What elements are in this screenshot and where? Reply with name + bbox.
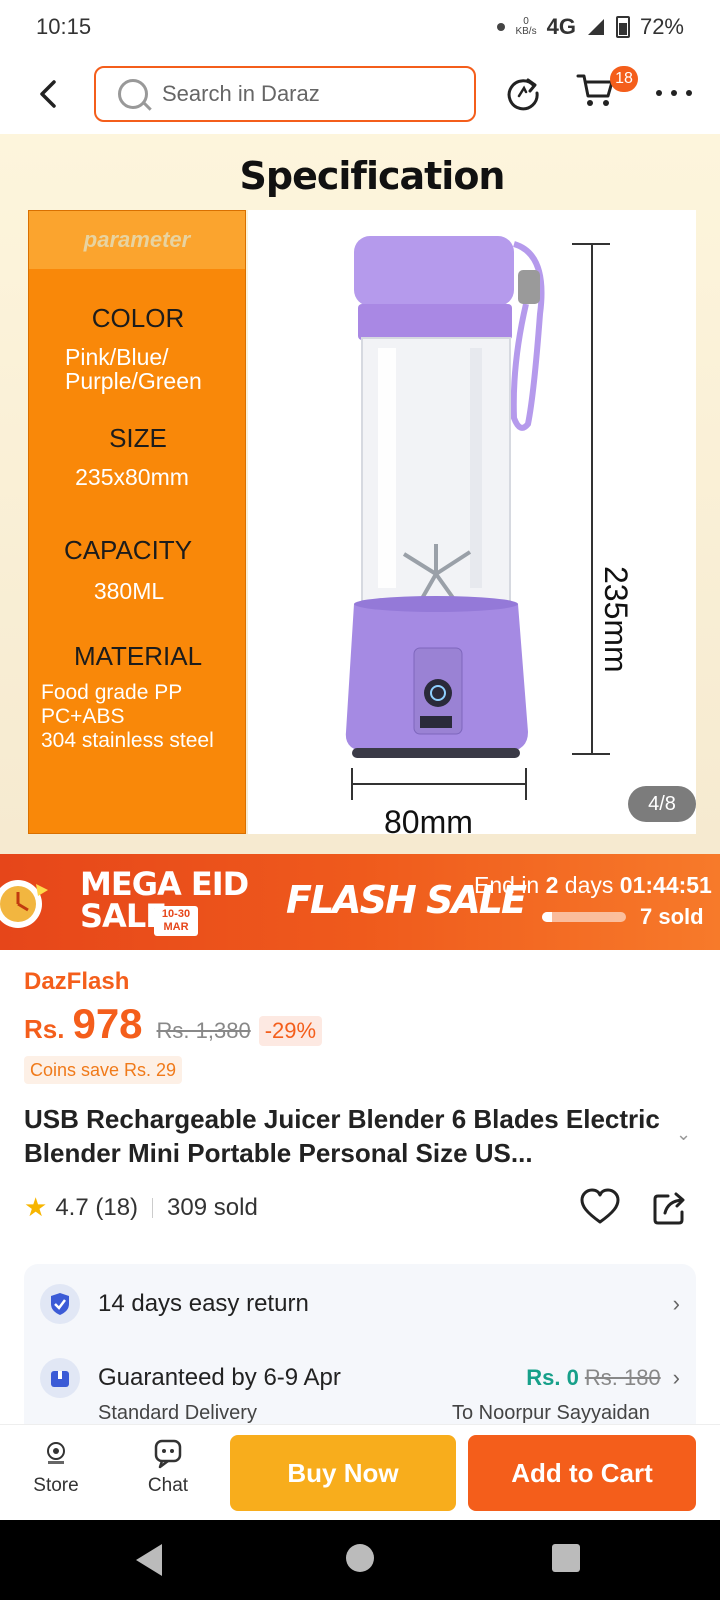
star-icon: ★ [24, 1192, 48, 1222]
width-dimension-label: 80mm [384, 804, 473, 840]
image-counter: 4/8 [628, 786, 696, 822]
android-nav-bar [0, 1520, 720, 1600]
countdown-days-word: days [564, 872, 614, 898]
strap-clip [518, 270, 540, 304]
mega-eid-dates: 10-30 [161, 908, 191, 920]
cart-count-badge: 18 [610, 66, 638, 92]
status-icons: 0 KB/s 4G 72% [497, 14, 684, 40]
blender-lid [354, 236, 514, 306]
mega-eid-date-badge: 10-30 MAR [154, 906, 198, 936]
coins-save-badge: Coins save Rs. 29 [24, 1056, 183, 1084]
more-options-button[interactable] [656, 78, 692, 108]
height-dimension-line [572, 243, 610, 755]
flash-sold-count: 7 sold [640, 904, 704, 929]
status-bar: 10:15 0 KB/s 4G 72% [0, 0, 720, 54]
blender-lid-ring [358, 304, 512, 340]
shield-check-icon [40, 1284, 80, 1324]
share-button[interactable] [652, 1190, 688, 1226]
price-row: Rs. 978 Rs. 1,380 -29% [24, 1000, 323, 1048]
sold-progress-bar [542, 912, 626, 922]
heart-icon [580, 1188, 620, 1224]
service-info-card: 14 days easy return › Guaranteed by 6-9 … [24, 1264, 696, 1444]
sold-progress-fill [542, 912, 553, 922]
battery-level: 72% [639, 14, 684, 39]
countdown-prefix: End in [474, 872, 540, 898]
delivery-box-icon [40, 1358, 80, 1398]
search-icon [118, 79, 148, 109]
chevron-right-icon: › [672, 1291, 680, 1316]
rating-value: 4.7 [55, 1193, 89, 1221]
refresh-icon [507, 78, 539, 111]
chevron-right-icon: › [672, 1365, 680, 1390]
rating-divider [152, 1197, 154, 1218]
back-button[interactable] [30, 74, 66, 114]
wishlist-button[interactable] [580, 1188, 620, 1226]
flash-store-label: DazFlash [24, 968, 130, 995]
delivery-guarantee-text: Guaranteed by 6-9 Apr [98, 1364, 341, 1391]
store-logo-icon [16, 1435, 96, 1471]
mega-eid-month: MAR [163, 921, 189, 933]
more-dot-icon [686, 90, 692, 96]
delivery-original-fee: Rs. 180 [584, 1365, 661, 1390]
network-speed: 0 KB/s [515, 17, 536, 37]
notification-dot-icon [497, 23, 506, 31]
original-price: Rs. 1,380 [156, 1018, 251, 1043]
discount-badge: -29% [258, 1016, 323, 1046]
power-button-icon [424, 679, 452, 707]
flash-countdown: End in 2 days 01:44:51 [474, 872, 712, 899]
add-to-cart-button[interactable]: Add to Cart [468, 1435, 696, 1511]
rating-row[interactable]: ★ 4.7 (18) 309 sold [24, 1192, 258, 1223]
blender-illustration [345, 236, 610, 800]
nav-back-icon[interactable] [136, 1544, 162, 1576]
easy-return-row[interactable]: 14 days easy return › [40, 1284, 680, 1324]
countdown-days: 2 [545, 872, 559, 898]
top-nav: Search in Daraz 18 [0, 56, 720, 132]
easy-return-text: 14 days easy return [98, 1290, 309, 1317]
bottom-action-bar: Store Chat Buy Now Add to Cart [0, 1424, 720, 1520]
delivery-location: To Noorpur Sayyaidan [452, 1402, 650, 1424]
flash-sale-banner[interactable]: MEGA EID SALE 10-30 MAR FLASH SALE End i… [0, 854, 720, 950]
network-type: 4G [546, 14, 576, 39]
height-dimension-label: 235mm [598, 566, 634, 673]
rating-count: (18) [95, 1193, 139, 1221]
chat-icon [128, 1435, 208, 1471]
countdown-time: 01:44:51 [619, 872, 712, 898]
nav-recent-apps-icon[interactable] [552, 1544, 580, 1572]
search-placeholder: Search in Daraz [162, 81, 320, 106]
network-speed-unit: KB/s [515, 26, 537, 37]
alarm-clock-icon [0, 880, 48, 928]
delivery-row[interactable]: Guaranteed by 6-9 Apr Rs. 0 Rs. 180 › [40, 1358, 680, 1398]
delivery-type: Standard Delivery [98, 1402, 257, 1424]
current-price: 978 [72, 1000, 143, 1047]
store-label: Store [33, 1475, 79, 1496]
refresh-button[interactable] [504, 74, 542, 112]
buy-now-button[interactable]: Buy Now [230, 1435, 456, 1511]
share-icon [653, 1192, 685, 1225]
delivery-fee: Rs. 0 [526, 1365, 579, 1390]
width-dimension-line [351, 768, 527, 800]
product-image-carousel[interactable]: Specification parameter COLOR Pink/Blue/… [0, 134, 720, 854]
sold-count: 309 sold [167, 1193, 258, 1221]
price-currency: Rs. [24, 1014, 65, 1044]
nav-home-icon[interactable] [346, 1544, 374, 1572]
product-title[interactable]: USB Rechargeable Juicer Blender 6 Blades… [24, 1102, 664, 1170]
chevron-down-icon[interactable]: ⌄ [676, 1124, 691, 1145]
search-input[interactable]: Search in Daraz [94, 66, 476, 122]
status-time: 10:15 [36, 14, 92, 39]
battery-icon [615, 16, 630, 38]
more-dot-icon [656, 90, 662, 96]
chevron-left-icon [40, 80, 56, 108]
chat-button[interactable]: Chat [128, 1435, 208, 1497]
more-dot-icon [671, 90, 677, 96]
chat-label: Chat [147, 1475, 189, 1496]
store-button[interactable]: Store [16, 1435, 96, 1497]
signal-icon [587, 19, 604, 35]
